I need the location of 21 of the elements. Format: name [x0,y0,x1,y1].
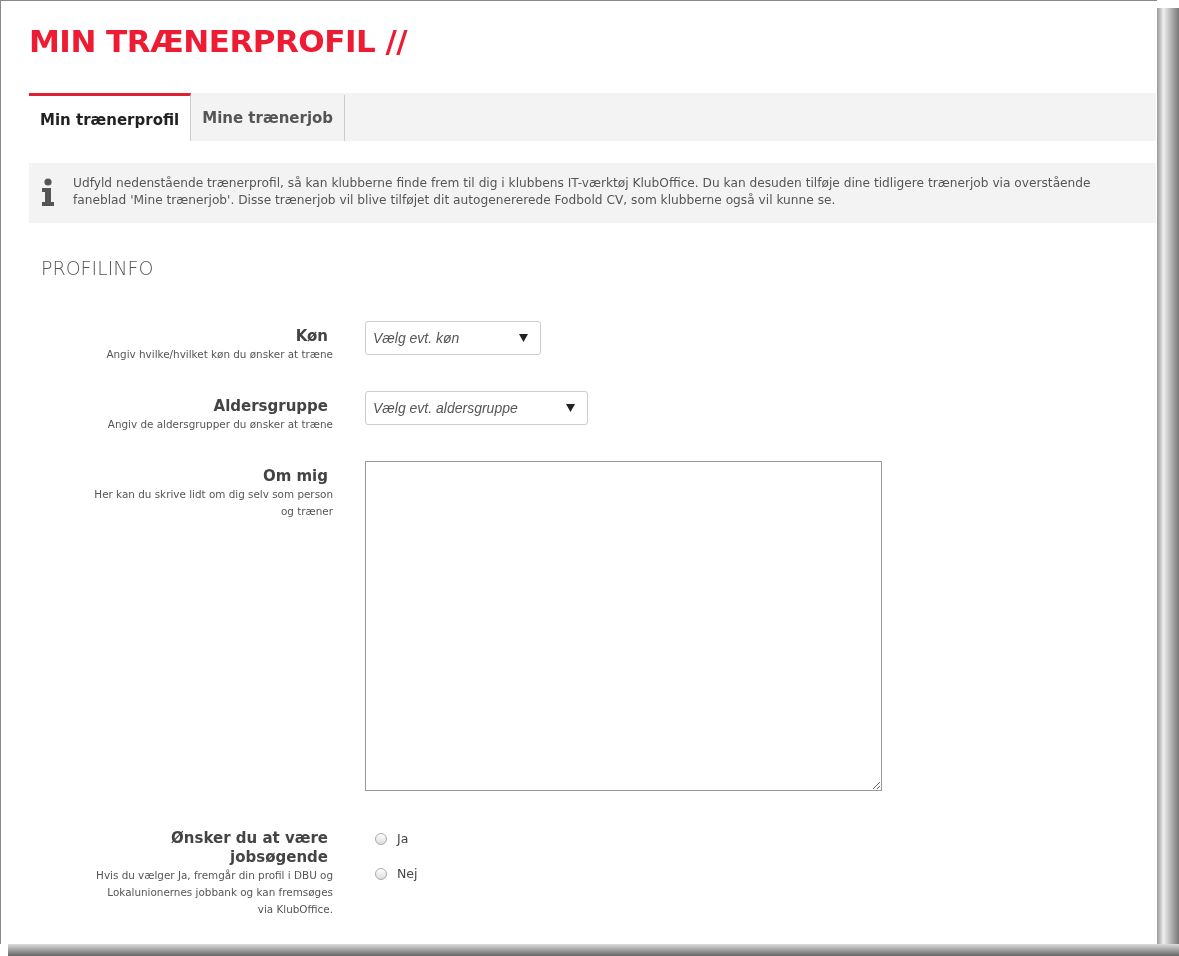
caret-icon [565,404,575,412]
info-text: Udfyld nedenstående trænerprofil, så kan klubberne finde frem til dig i klubbens IT-værktøj KlubOffice. Du kan desuden tilføje dine tidligere trænerjob via overstående faneblad 'Mine trænerjob'. Disse trænerjob vil blive tilføjet dit autogenererede Fodbold CV, som klubberne også vil kunne se. [73,175,1092,209]
section-heading: PROFILINFO [41,257,155,279]
field-help-text: Angiv hvilke/hvilket køn du ønsker at træne [105,347,333,362]
field-label: Aldersgruppe [212,397,329,416]
field-label: Om mig [261,467,329,486]
field-label: Ønsker du at være jobsøgende [170,829,329,867]
tab[interactable]: Min trænerprofil [29,93,192,141]
info-icon [41,178,55,206]
dropdown[interactable]: Vælg evt. køn [365,321,541,355]
dropdown[interactable]: Vælg evt. aldersgruppe [365,391,588,425]
field-label: Køn [294,327,329,346]
caret-icon [519,334,528,342]
radio-option[interactable]: Ja [375,831,418,846]
page-title: MIN TRÆNERPROFIL // [29,23,409,59]
radio-button[interactable] [375,867,387,880]
field-help-text: Angiv de aldersgrupper du ønsker at træne [106,417,333,432]
radio-button[interactable] [375,832,387,845]
radio-option[interactable]: Nej [375,866,418,881]
field-help-text: Her kan du skrive lidt om dig selv som person og træner [93,487,333,519]
field-help-text: Hvis du vælger Ja, fremgår din profil i DBU og Lokalunionernes jobbank og kan fremsøges via KlubOffice. [95,868,333,917]
